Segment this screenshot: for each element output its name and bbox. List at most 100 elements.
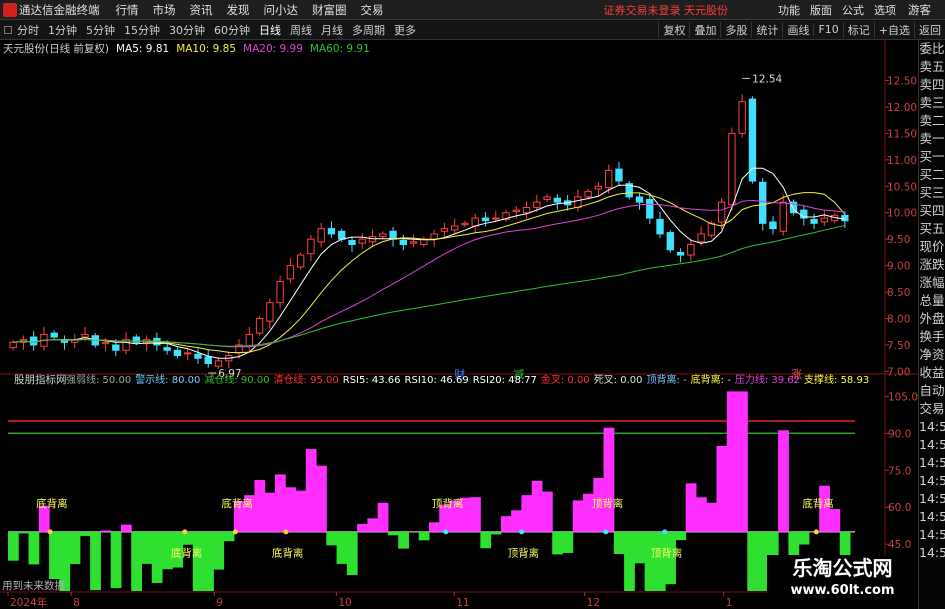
- menu-function[interactable]: 功能: [778, 2, 800, 18]
- candle-body: [522, 206, 531, 214]
- candle-body: [296, 254, 305, 268]
- side-panel-item[interactable]: 买三: [919, 184, 945, 202]
- indicator-area-bar: [695, 497, 707, 532]
- mark-button[interactable]: 标记: [842, 21, 874, 38]
- side-panel-item[interactable]: 14:56: [919, 472, 945, 490]
- x-tick-label: 11: [456, 597, 469, 609]
- side-panel-item[interactable]: 换手: [919, 328, 945, 346]
- menu-ask[interactable]: 问小达: [264, 2, 299, 18]
- side-panel-item[interactable]: 14:56: [919, 544, 945, 562]
- collapse-icon[interactable]: [4, 25, 12, 34]
- period-daily[interactable]: 日线: [259, 22, 281, 38]
- period-monthly[interactable]: 月线: [321, 22, 343, 38]
- overlay-button[interactable]: 叠加: [689, 21, 720, 38]
- indicator-area-bar: [90, 531, 101, 591]
- menu-layout[interactable]: 版面: [810, 2, 832, 18]
- indicator-area-bar: [798, 531, 810, 545]
- indicator-area-bar: [367, 518, 379, 532]
- menu-wealth[interactable]: 财富圈: [312, 2, 347, 18]
- indicator-area-bar: [120, 524, 132, 532]
- side-panel-item[interactable]: 买一: [919, 148, 945, 166]
- multi-stock-button[interactable]: 多股: [720, 21, 751, 38]
- side-panel-item[interactable]: 卖一: [919, 130, 945, 148]
- menu-market[interactable]: 市场: [153, 2, 176, 18]
- side-panel-item[interactable]: 买四: [919, 202, 945, 220]
- period-30min[interactable]: 30分钟: [169, 22, 205, 38]
- candle-body: [492, 217, 500, 220]
- candle-body: [728, 132, 736, 206]
- divergence-dot: [603, 529, 609, 535]
- side-panel-item[interactable]: 14:56: [919, 490, 945, 508]
- indicator-tick-label: 105.0: [888, 391, 918, 403]
- price-tick-label: 10.50: [887, 181, 917, 193]
- candle-body: [543, 196, 551, 201]
- side-panel-item[interactable]: 买二: [919, 166, 945, 184]
- indicator-area-bar: [377, 502, 389, 532]
- indicator-area-bar: [675, 531, 687, 541]
- f10-button[interactable]: F10: [813, 23, 842, 36]
- menu-trade[interactable]: 交易: [361, 2, 384, 18]
- back-button[interactable]: 返回: [914, 21, 945, 38]
- indicator-area-bar: [778, 430, 789, 532]
- side-panel-item[interactable]: 自动: [919, 382, 945, 400]
- indicator-area-bar: [213, 531, 225, 570]
- indicator-area-bar: [685, 483, 697, 532]
- period-more[interactable]: 更多: [394, 22, 416, 38]
- side-panel-item[interactable]: 卖五: [919, 58, 945, 76]
- side-panel-item[interactable]: 卖二: [919, 112, 945, 130]
- side-panel-item[interactable]: 卖三: [919, 94, 945, 112]
- menu-quotes[interactable]: 行情: [116, 2, 139, 18]
- side-panel-item[interactable]: 净资: [919, 346, 945, 364]
- side-panel-item[interactable]: 14:56: [919, 508, 945, 526]
- menu-formula[interactable]: 公式: [842, 2, 864, 18]
- draw-line-button[interactable]: 画线: [782, 21, 813, 38]
- rights-adjust-button[interactable]: 复权: [658, 21, 689, 38]
- candle-body: [533, 201, 541, 208]
- indicator-area-bar: [654, 531, 666, 591]
- indicator-area-bar: [69, 531, 81, 565]
- ma-legend-item: MA60: 9.91: [310, 43, 370, 55]
- side-panel-item[interactable]: 14:56: [919, 436, 945, 454]
- indicator-legend-item: RSI20: 48.77: [473, 375, 537, 386]
- period-1min[interactable]: 1分钟: [48, 22, 77, 38]
- login-alert[interactable]: 证券交易未登录 天元股份: [604, 2, 729, 18]
- menu-news[interactable]: 资讯: [190, 2, 213, 18]
- side-panel-item[interactable]: 14:56: [919, 526, 945, 544]
- indicator-area-bar: [18, 531, 30, 534]
- statistics-button[interactable]: 统计: [751, 21, 782, 38]
- period-60min[interactable]: 60分钟: [214, 22, 250, 38]
- side-panel-item[interactable]: 委比: [919, 40, 945, 58]
- side-panel-item[interactable]: 交易: [919, 400, 945, 418]
- candle-body: [286, 265, 295, 280]
- candle-body: [307, 238, 315, 255]
- menu-discover[interactable]: 发现: [227, 2, 250, 18]
- divergence-dot: [283, 529, 289, 535]
- side-panel-item[interactable]: 买五: [919, 220, 945, 238]
- side-panel-item[interactable]: 14:56: [919, 454, 945, 472]
- indicator-area-bar: [572, 500, 584, 532]
- side-panel-item[interactable]: 涨幅: [919, 274, 945, 292]
- guest-login[interactable]: 游客: [908, 2, 931, 18]
- chart-area[interactable]: 7.00 7.50 8.00 8.50 9.00 9.50 10.00 10.50 11.00 1…: [0, 40, 918, 609]
- side-panel-item[interactable]: 卖四: [919, 76, 945, 94]
- price-annotation-label: 12.54: [752, 73, 782, 85]
- side-panel-item[interactable]: 现价: [919, 238, 945, 256]
- period-15min[interactable]: 15分钟: [124, 22, 160, 38]
- side-panel-item[interactable]: 总量: [919, 292, 945, 310]
- period-weekly[interactable]: 周线: [290, 22, 312, 38]
- period-multi[interactable]: 多周期: [352, 22, 385, 38]
- indicator-area-bar: [624, 531, 635, 591]
- divergence-label: 顶背离: [432, 497, 464, 510]
- period-timeshare[interactable]: 分时: [17, 22, 39, 38]
- side-panel-item[interactable]: 涨跌: [919, 256, 945, 274]
- indicator-area-bar: [8, 531, 19, 561]
- menu-options[interactable]: 选项: [874, 2, 896, 18]
- side-panel-item[interactable]: 收益: [919, 364, 945, 382]
- period-5min[interactable]: 5分钟: [86, 22, 115, 38]
- side-panel-item[interactable]: 14:56: [919, 418, 945, 436]
- add-watchlist-button[interactable]: +自选: [873, 21, 914, 38]
- candle-body: [717, 201, 726, 223]
- indicator-area-bar: [398, 531, 409, 549]
- side-panel-item[interactable]: 外盘: [919, 310, 945, 328]
- x-tick-label: 12: [587, 597, 600, 609]
